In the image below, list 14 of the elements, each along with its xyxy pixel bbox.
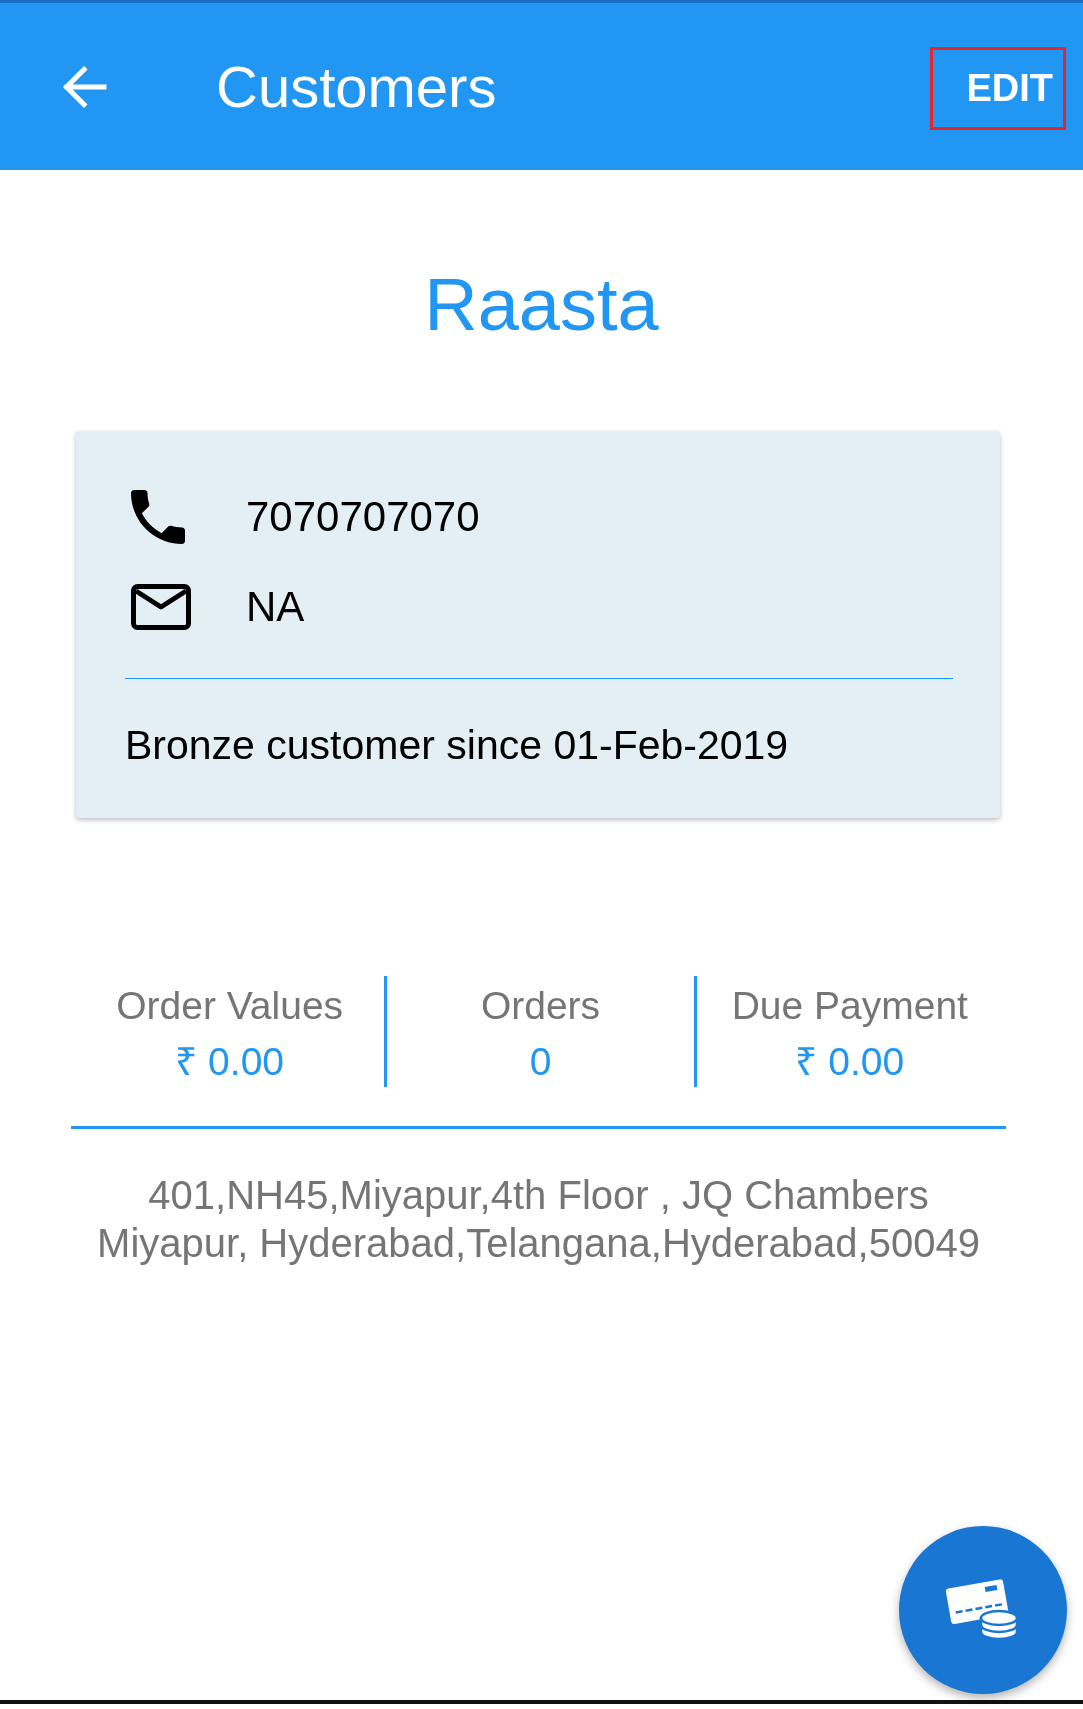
stat-value: 0 (529, 1039, 552, 1085)
customer-name: Raasta (424, 262, 659, 348)
edit-button[interactable]: EDIT (930, 47, 1066, 130)
screen-title: Customers (216, 53, 497, 120)
stat-label: Due Payment (731, 983, 968, 1029)
stat-label: Order Values (116, 983, 344, 1029)
stat-label: Orders (480, 983, 601, 1029)
mail-icon (131, 584, 191, 630)
address-text: 401,NH45,Miyapur,4th Floor , JQ Chambers Miyapur, Hyderabad,Telangana,Hyderabad,50049 (97, 1172, 980, 1267)
email-address: NA (246, 583, 305, 631)
stat-value: ₹ 0.00 (175, 1039, 285, 1085)
membership-text: Bronze customer since 01-Feb-2019 (125, 721, 789, 769)
phone-number: 7070707070 (246, 493, 480, 541)
stat-value: ₹ 0.00 (795, 1039, 905, 1085)
